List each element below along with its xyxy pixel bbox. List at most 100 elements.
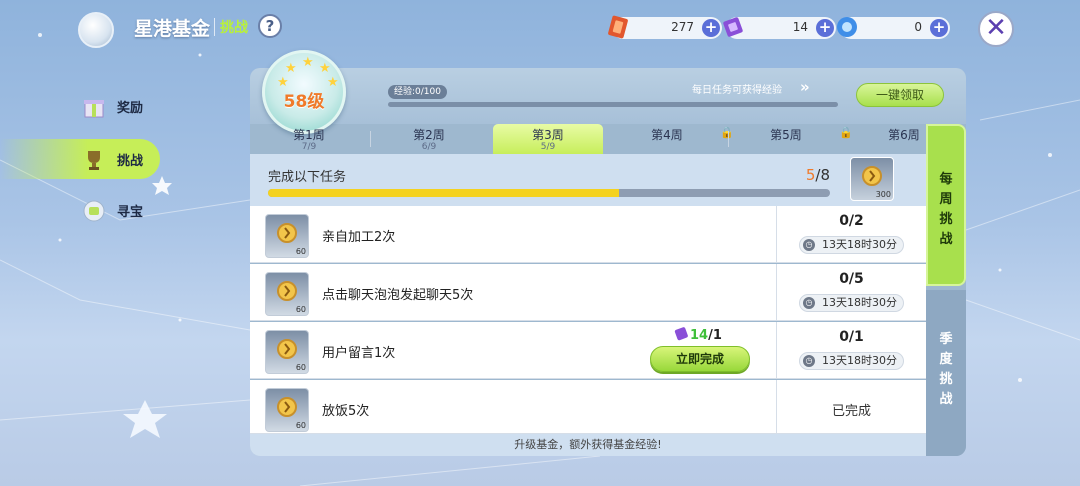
task-status: 已完成: [831, 404, 871, 419]
task-timer: ◷ 13天18时30分: [799, 294, 904, 312]
exp-label: 经验:0/100: [388, 85, 447, 99]
page-title: 星港基金: [134, 18, 211, 40]
add-gem-button[interactable]: +: [816, 19, 834, 37]
currency-ticket: 277 +: [608, 15, 722, 39]
blue-crystal-icon: [837, 17, 857, 37]
nav-item-rewards[interactable]: 奖励: [0, 86, 160, 126]
task-name: 放饭5次: [322, 404, 370, 419]
tab-week-6[interactable]: 第6周: [846, 124, 926, 154]
tab-progress: 7/9: [301, 142, 317, 152]
task-summary-count: 5/8: [806, 166, 830, 184]
tab-divider: [370, 131, 371, 147]
page-subtitle: 挑战: [220, 20, 248, 36]
clock-icon: ◷: [803, 297, 815, 309]
tab-label: 第5周: [770, 128, 802, 142]
nav-item-treasure[interactable]: 寻宝: [0, 190, 160, 230]
currency-crystal: 0 +: [837, 17, 950, 39]
tab-label: 第1周: [293, 128, 325, 142]
tasks-total: /8: [815, 166, 830, 184]
top-bar: 星港基金 挑战 ? 277 + 14 + 0 + ✕: [0, 0, 1080, 58]
task-row: 60 点击聊天泡泡发起聊天5次 0/5 ◷ 13天18时30分: [250, 264, 926, 321]
task-reward-icon: 60: [265, 214, 309, 258]
gem-have: 14: [690, 328, 709, 343]
task-reward-amount: 60: [295, 363, 306, 372]
claim-all-button[interactable]: 一键领取: [856, 83, 944, 107]
purple-gem-icon: [723, 17, 743, 37]
tab-week-2[interactable]: 第2周 6/9: [374, 124, 484, 154]
nav-label-challenge: 挑战: [117, 154, 144, 169]
tab-weekly-challenge[interactable]: 每 周 挑 战: [926, 124, 966, 286]
star-icon: ★: [319, 61, 331, 76]
purple-gem-icon: [674, 327, 688, 341]
week-tabs: 第1周 7/9 第2周 6/9 第3周 5/9 第4周 🔒 第5周 🔒 第6周: [250, 124, 926, 154]
star-icon: ★: [285, 61, 297, 76]
upgrade-hint: 升级基金，额外获得基金经验!: [250, 434, 926, 456]
task-reward-icon: 60: [265, 388, 309, 432]
task-row: 60 用户留言1次 14/1 立即完成 0/1 ◷ 13天18时30分: [250, 322, 926, 379]
task-timer: ◷ 13天18时30分: [799, 352, 904, 370]
tab-seasonal-challenge[interactable]: 季 度 挑 战: [926, 290, 966, 456]
nav-item-challenge[interactable]: 挑战: [0, 139, 160, 179]
finish-now-button[interactable]: 立即完成: [650, 346, 750, 372]
task-time-left: 13天18时30分: [822, 296, 897, 309]
gem-count: 14: [792, 20, 808, 34]
task-count: 0/5: [839, 271, 864, 287]
gem-need: /1: [708, 328, 722, 343]
task-reward-icon: 60: [265, 330, 309, 374]
star-icon: ★: [302, 55, 314, 70]
tab-week-5[interactable]: 第5周 🔒: [731, 124, 853, 154]
clock-icon: ◷: [803, 239, 815, 251]
task-reward-amount: 60: [295, 305, 306, 314]
level-label: 58级: [283, 92, 325, 112]
task-count: 0/1: [839, 329, 864, 345]
task-progress-bar: [268, 189, 830, 197]
tab-label: 第3周: [532, 128, 564, 142]
gem-cost: 14/1: [674, 327, 722, 343]
nav-label-rewards: 奖励: [117, 101, 144, 116]
clock-icon: ◷: [803, 355, 815, 367]
task-reward-amount: 60: [295, 421, 306, 430]
close-button[interactable]: ✕: [978, 11, 1014, 47]
task-summary-title: 完成以下任务: [268, 170, 347, 185]
tab-progress: 6/9: [421, 142, 437, 152]
tab-progress: 5/9: [540, 142, 556, 152]
summary-reward-icon[interactable]: 300: [850, 157, 894, 201]
task-name: 点击聊天泡泡发起聊天5次: [322, 288, 474, 303]
task-summary: 完成以下任务 5/8 300: [250, 154, 926, 206]
tasks-done: 5: [805, 166, 816, 184]
task-reward-amount: 60: [295, 247, 306, 256]
treasure-icon: [83, 200, 105, 222]
tab-week-4[interactable]: 第4周 🔒: [612, 124, 734, 154]
add-crystal-button[interactable]: +: [930, 19, 948, 37]
task-row: 60 亲自加工2次 0/2 ◷ 13天18时30分: [250, 206, 926, 263]
double-arrow-icon[interactable]: »: [800, 78, 810, 96]
currency-gem: 14 +: [723, 17, 836, 39]
exp-bar: [388, 102, 838, 107]
gift-icon: [84, 100, 104, 118]
trophy-icon: [88, 151, 100, 170]
crystal-count: 0: [914, 20, 922, 34]
task-timer: ◷ 13天18时30分: [799, 236, 904, 254]
help-button[interactable]: ?: [258, 14, 282, 38]
task-name: 亲自加工2次: [322, 230, 396, 245]
task-progress-fill: [268, 189, 620, 197]
task-row: 60 放饭5次 已完成: [250, 380, 926, 434]
task-count: 0/2: [839, 213, 864, 229]
tab-week-1[interactable]: 第1周 7/9: [254, 124, 364, 154]
tab-divider: [728, 131, 729, 147]
ticket-count: 277: [671, 20, 694, 34]
nav-label-treasure: 寻宝: [117, 205, 144, 220]
daily-exp-hint: 每日任务可获得经验: [692, 85, 782, 96]
task-reward-icon: 60: [265, 272, 309, 316]
task-time-left: 13天18时30分: [822, 238, 897, 251]
tab-week-3[interactable]: 第3周 5/9: [493, 124, 603, 154]
level-badge: ★ ★ ★ ★ ★ 58级: [262, 50, 346, 134]
title-divider: [214, 18, 215, 36]
task-time-left: 13天18时30分: [822, 354, 897, 367]
task-name: 用户留言1次: [322, 346, 396, 361]
red-ticket-icon: [608, 15, 628, 39]
fund-logo-icon: [78, 12, 114, 48]
tab-label: 第2周: [413, 128, 445, 142]
add-ticket-button[interactable]: +: [702, 19, 720, 37]
star-decoration: [123, 400, 167, 438]
